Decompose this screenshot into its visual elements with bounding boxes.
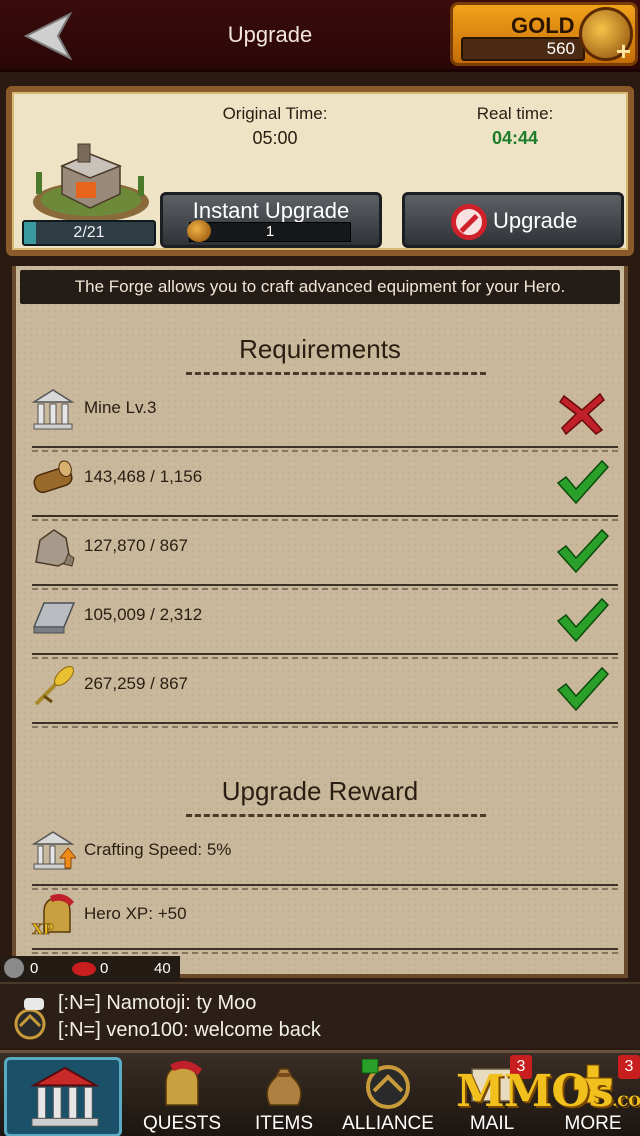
gold-label: GOLD bbox=[511, 13, 575, 38]
crafting-speed-icon bbox=[31, 831, 76, 870]
stat-b: 0 bbox=[100, 960, 109, 977]
page-title: Upgrade bbox=[227, 22, 313, 47]
iron-icon bbox=[32, 602, 76, 634]
stat-a: 0 bbox=[30, 960, 39, 977]
city-hall-icon bbox=[30, 1066, 100, 1127]
building-level-progress: 2/21 bbox=[22, 220, 156, 246]
instant-upgrade-cost: 1 bbox=[189, 222, 351, 242]
back-arrow-icon bbox=[23, 11, 73, 61]
checkmark-icon bbox=[556, 528, 610, 574]
nav-quests-label: QUESTS bbox=[142, 1113, 222, 1134]
requirement-label: Mine Lv.3 bbox=[84, 398, 157, 417]
requirement-row: 143,468 / 1,156 bbox=[16, 449, 624, 521]
reward-label: Crafting Speed: 5% bbox=[84, 840, 232, 859]
alliance-shield-icon bbox=[361, 1059, 410, 1109]
progress-fill bbox=[24, 222, 37, 244]
original-time-label: Original Time: bbox=[222, 104, 328, 123]
user-icon bbox=[4, 958, 24, 978]
requirement-row: Mine Lv.3 bbox=[16, 380, 624, 452]
row-divider bbox=[32, 582, 618, 590]
reward-label: Hero XP: +50 bbox=[84, 904, 187, 923]
nav-alliance-label: ALLIANCE bbox=[342, 1113, 434, 1134]
watermark-sub: .COM bbox=[612, 1094, 640, 1110]
watermark-logo: MMOs.COM bbox=[456, 1066, 640, 1117]
chat-message: [:N=] Namotoji: ty Moo bbox=[58, 992, 257, 1014]
details-panel[interactable]: The Forge allows you to craft advanced e… bbox=[12, 266, 628, 978]
building-description: The Forge allows you to craft advanced e… bbox=[20, 270, 620, 304]
instant-upgrade-button[interactable]: Instant Upgrade 1 bbox=[160, 192, 382, 248]
checkmark-icon bbox=[556, 459, 610, 505]
reward-row: XP Hero XP: +50 bbox=[16, 886, 624, 954]
requirement-row: 127,870 / 867 bbox=[16, 518, 624, 590]
row-divider bbox=[32, 946, 618, 954]
svg-text:XP: XP bbox=[32, 922, 54, 938]
requirement-label: 127,870 / 867 bbox=[84, 536, 188, 555]
player-mini-stats[interactable]: 0 0 40 bbox=[0, 956, 180, 982]
stone-icon bbox=[35, 529, 75, 567]
requirement-label: 105,009 / 2,312 bbox=[84, 605, 203, 624]
gold-balance[interactable]: GOLD 560 + bbox=[450, 2, 638, 66]
requirements-divider bbox=[186, 372, 486, 375]
items-bag-icon bbox=[266, 1068, 302, 1106]
row-divider bbox=[32, 444, 618, 452]
chat-alliance-icon bbox=[14, 998, 46, 1040]
requirement-row: 105,009 / 2,312 bbox=[16, 587, 624, 659]
gold-helmet-icon bbox=[187, 220, 211, 242]
reward-divider bbox=[186, 814, 486, 817]
real-time-value: 04:44 bbox=[491, 128, 539, 148]
original-time-value: 05:00 bbox=[252, 128, 298, 148]
nav-alliance[interactable]: ALLIANCE bbox=[338, 1053, 438, 1136]
reward-row: Crafting Speed: 5% bbox=[16, 822, 624, 890]
progress-text: 2/21 bbox=[73, 224, 105, 241]
nav-home[interactable] bbox=[4, 1057, 122, 1136]
row-divider bbox=[32, 720, 618, 728]
plus-icon[interactable]: + bbox=[616, 36, 631, 67]
hero-xp-icon: XP bbox=[32, 894, 74, 938]
wood-icon bbox=[33, 460, 73, 494]
nav-items[interactable]: ITEMS bbox=[244, 1053, 324, 1136]
checkmark-icon bbox=[556, 666, 610, 712]
watermark-text: MMOs bbox=[456, 1066, 614, 1117]
checkmark-icon bbox=[556, 597, 610, 643]
requirement-row: 267,259 / 867 bbox=[16, 656, 624, 728]
row-divider bbox=[32, 513, 618, 521]
gold-amount: 560 bbox=[461, 37, 585, 61]
back-button[interactable] bbox=[18, 8, 78, 64]
building-icon bbox=[31, 389, 75, 430]
forge-building-icon bbox=[33, 143, 149, 222]
building-panel: 2/21 Original Time: 05:00 Real time: 04:… bbox=[6, 86, 634, 256]
original-time: Original Time: 05:00 bbox=[200, 104, 350, 149]
chat-bar[interactable]: [:N=] Namotoji: ty Moo [:N=] veno100: we… bbox=[0, 982, 640, 1048]
upgrade-button[interactable]: Upgrade bbox=[402, 192, 624, 248]
stat-c: 40 bbox=[154, 960, 171, 977]
requirement-label: 143,468 / 1,156 bbox=[84, 467, 203, 486]
real-time: Real time: 04:44 bbox=[440, 104, 590, 149]
cross-icon bbox=[558, 392, 605, 436]
prohibited-icon bbox=[451, 204, 487, 240]
upgrade-button-label: Upgrade bbox=[493, 208, 578, 233]
wheat-icon bbox=[34, 666, 74, 706]
top-bar: Upgrade GOLD 560 + bbox=[0, 0, 640, 72]
nav-quests[interactable]: QUESTS bbox=[140, 1053, 224, 1136]
requirement-label: 267,259 / 867 bbox=[84, 674, 188, 693]
real-time-label: Real time: bbox=[476, 104, 554, 123]
row-divider bbox=[32, 651, 618, 659]
quests-helmet-icon bbox=[165, 1060, 202, 1106]
nav-items-label: ITEMS bbox=[254, 1113, 314, 1134]
gem-icon bbox=[72, 962, 96, 976]
requirements-title: Requirements bbox=[239, 334, 401, 364]
chat-message: [:N=] veno100: welcome back bbox=[58, 1019, 321, 1041]
reward-title: Upgrade Reward bbox=[221, 776, 419, 806]
